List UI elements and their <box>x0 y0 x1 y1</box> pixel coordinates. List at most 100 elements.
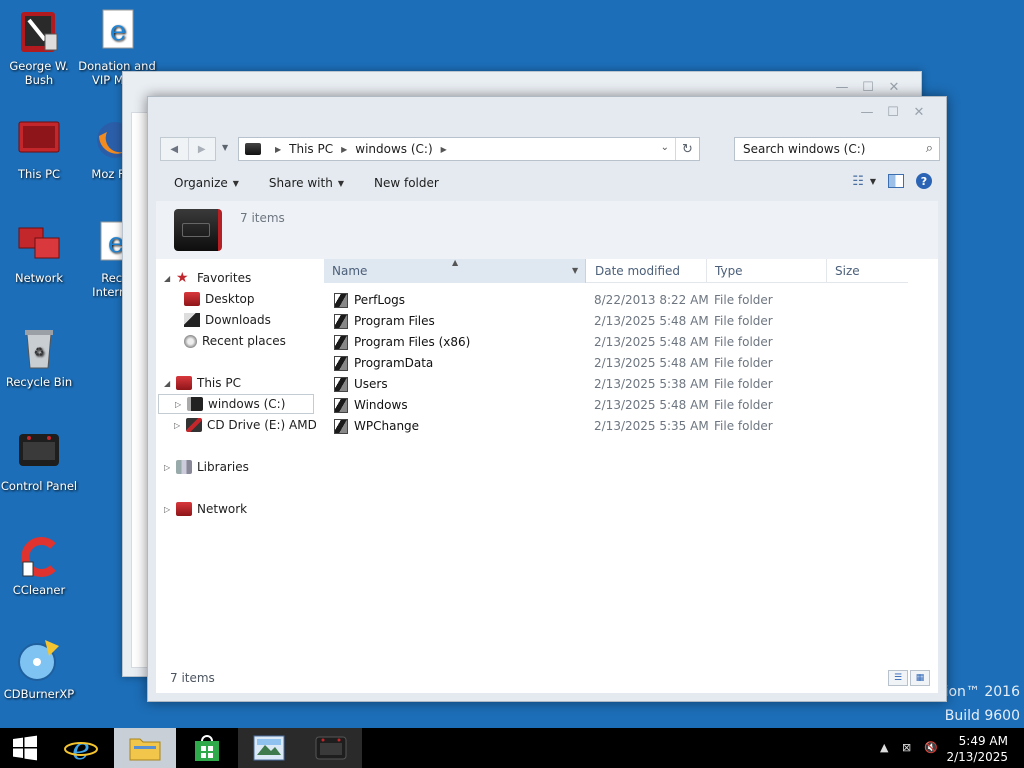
chevron-down-icon[interactable]: ▼ <box>572 266 578 275</box>
recent-locations-dropdown[interactable]: ▼ <box>222 143 228 152</box>
build-watermark: ion™ 2016 <box>945 684 1020 700</box>
forward-button[interactable]: ▶ <box>187 138 216 160</box>
tree-item-libraries[interactable]: ▷ Libraries <box>164 457 249 477</box>
column-header-type[interactable]: Type <box>707 259 827 283</box>
change-view-icon[interactable]: ☷ <box>852 174 864 189</box>
address-bar[interactable]: ▶ This PC ▶ windows (C:) ▶ ⌄ ↻ <box>238 137 700 161</box>
network-status-icon[interactable]: ⊠ <box>902 741 911 754</box>
expand-arrow-icon[interactable]: ▷ <box>175 400 187 409</box>
file-type: File folder <box>714 356 773 370</box>
column-header-size[interactable]: Size <box>827 259 907 283</box>
taskbar-control-panel[interactable] <box>300 728 362 768</box>
windows-logo-icon <box>13 735 37 761</box>
tree-label: Downloads <box>205 313 271 327</box>
network-icon <box>15 220 63 268</box>
system-tray: ▲ ⊠ 🔇 5:49 AM 2/13/2025 <box>864 728 1024 768</box>
tree-item-cd-drive[interactable]: ▷ CD Drive (E:) AMDEV <box>174 415 316 435</box>
tree-item-network[interactable]: ▷ Network <box>164 499 247 519</box>
maximize-icon[interactable]: ☐ <box>855 78 881 96</box>
file-row[interactable]: Windows 2/13/2025 5:48 AM File folder <box>324 395 908 416</box>
file-type: File folder <box>714 398 773 412</box>
close-button[interactable]: ✕ <box>906 103 932 121</box>
taskbar-store[interactable] <box>176 728 238 768</box>
maximize-button[interactable]: ☐ <box>880 103 906 121</box>
preview-pane-icon[interactable] <box>888 174 904 188</box>
tree-label: Network <box>197 502 248 516</box>
tree-label: Libraries <box>197 460 249 474</box>
taskbar-internet-explorer[interactable]: e <box>50 728 112 768</box>
ccleaner-icon <box>15 532 63 580</box>
desktop-icon-george-bush[interactable]: George W. Bush <box>0 8 78 87</box>
tree-item-windows-c[interactable]: ▷ windows (C:) <box>158 394 314 414</box>
file-row[interactable]: Program Files (x86) 2/13/2025 5:48 AM Fi… <box>324 332 908 353</box>
column-label: Name <box>332 264 368 278</box>
expand-arrow-icon[interactable]: ▷ <box>174 421 186 430</box>
chevron-down-icon[interactable]: ⌄ <box>661 142 669 153</box>
file-name: PerfLogs <box>354 293 406 307</box>
tree-item-recent-places[interactable]: Recent places <box>184 331 286 351</box>
explorer-window[interactable]: — ☐ ✕ ◀ ▶ ▼ ▶ This PC ▶ windows (C:) ▶ ⌄… <box>147 96 947 702</box>
help-icon[interactable]: ? <box>916 173 932 189</box>
breadcrumb-windows-c[interactable]: windows (C:) <box>355 142 432 156</box>
refresh-button[interactable]: ↻ <box>675 138 699 160</box>
navigation-pane: ◢ ★ Favorites Desktop Downloads Recent p… <box>156 259 316 663</box>
file-row[interactable]: ProgramData 2/13/2025 5:48 AM File folde… <box>324 353 908 374</box>
file-type: File folder <box>714 293 773 307</box>
desktop-icon-network[interactable]: Network <box>0 220 78 285</box>
content-area: ◢ ★ Favorites Desktop Downloads Recent p… <box>156 258 938 693</box>
tree-item-favorites[interactable]: ◢ ★ Favorites <box>164 268 251 288</box>
control-panel-icon <box>15 428 63 476</box>
chevron-down-icon[interactable]: ▼ <box>870 177 876 186</box>
close-icon[interactable]: ✕ <box>881 78 907 96</box>
show-hidden-icons-icon[interactable]: ▲ <box>880 741 888 754</box>
drive-icon <box>187 397 203 411</box>
desktop-icon-control-panel[interactable]: Control Panel <box>0 428 78 493</box>
item-count: 7 items <box>240 211 285 225</box>
taskbar-file-explorer[interactable] <box>114 728 176 768</box>
file-row[interactable]: Users 2/13/2025 5:38 AM File folder <box>324 374 908 395</box>
search-input[interactable]: Search windows (C:) ⌕ <box>734 137 940 161</box>
desktop-icon-recycle-bin[interactable]: ♻ Recycle Bin <box>0 324 78 389</box>
large-icons-view-icon[interactable]: ▦ <box>910 670 930 686</box>
expand-arrow-icon[interactable]: ◢ <box>164 379 176 388</box>
tree-item-downloads[interactable]: Downloads <box>184 310 271 330</box>
status-bar: 7 items ☰ ▦ <box>156 663 938 693</box>
desktop-icon-ccleaner[interactable]: CCleaner <box>0 532 78 597</box>
desktop-icon-this-pc[interactable]: This PC <box>0 116 78 181</box>
file-row[interactable]: Program Files 2/13/2025 5:48 AM File fol… <box>324 311 908 332</box>
volume-muted-icon[interactable]: 🔇 <box>924 741 938 754</box>
taskbar-photo-viewer[interactable] <box>238 728 300 768</box>
file-row[interactable]: PerfLogs 8/22/2013 8:22 AM File folder <box>324 290 908 311</box>
minimize-button[interactable]: — <box>854 103 880 121</box>
drive-icon <box>174 209 222 251</box>
file-date: 8/22/2013 8:22 AM <box>594 293 709 307</box>
new-folder-button[interactable]: New folder <box>374 176 439 190</box>
breadcrumb-separator-icon[interactable]: ▶ <box>275 145 281 154</box>
details-view-icon[interactable]: ☰ <box>888 670 908 686</box>
minimize-icon[interactable]: — <box>829 78 855 96</box>
expand-arrow-icon[interactable]: ▷ <box>164 505 176 514</box>
downloads-icon <box>184 313 200 327</box>
tree-item-desktop[interactable]: Desktop <box>184 289 255 309</box>
expand-arrow-icon[interactable]: ◢ <box>164 274 176 283</box>
clock[interactable]: 5:49 AM 2/13/2025 <box>946 733 1008 765</box>
build-watermark-2: Build 9600 <box>945 708 1020 724</box>
search-icon[interactable]: ⌕ <box>926 141 933 156</box>
recent-places-icon <box>184 334 197 348</box>
column-header-name[interactable]: Name ▲ ▼ <box>324 258 586 283</box>
start-button[interactable] <box>0 728 50 768</box>
toolbar-right-group: ☷ ▼ ? <box>852 173 932 189</box>
folder-icon <box>334 335 348 350</box>
tree-item-this-pc[interactable]: ◢ This PC <box>164 373 241 393</box>
breadcrumb-separator-icon[interactable]: ▶ <box>441 145 447 154</box>
organize-button[interactable]: Organize ▼ <box>174 176 239 190</box>
breadcrumb-this-pc[interactable]: This PC <box>289 142 333 156</box>
desktop-icon-cdburnerxp[interactable]: CDBurnerXP <box>0 636 78 701</box>
breadcrumb-separator-icon[interactable]: ▶ <box>341 145 347 154</box>
file-row[interactable]: WPChange 2/13/2025 5:35 AM File folder <box>324 416 908 437</box>
share-with-button[interactable]: Share with ▼ <box>269 176 344 190</box>
george-bush-icon <box>15 8 63 56</box>
back-button[interactable]: ◀ <box>161 138 188 160</box>
column-header-date-modified[interactable]: Date modified <box>587 259 707 283</box>
expand-arrow-icon[interactable]: ▷ <box>164 463 176 472</box>
